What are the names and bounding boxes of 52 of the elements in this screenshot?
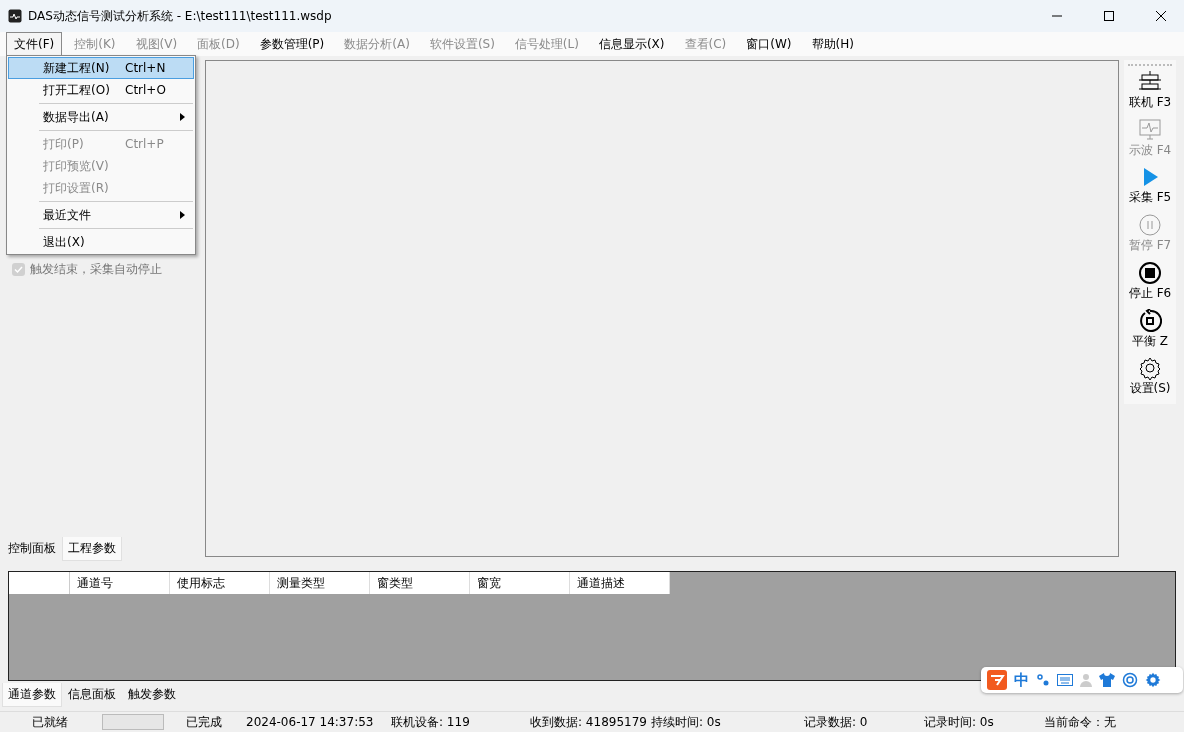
shirt-icon[interactable] — [1099, 673, 1115, 687]
panel-tab[interactable]: 工程参数 — [62, 537, 122, 561]
toolbar-button[interactable]: 采集 F5 — [1128, 165, 1172, 214]
window-title: DAS动态信号测试分析系统 - E:\test111\test111.wsdp — [28, 7, 333, 25]
punctuation-icon[interactable] — [1036, 672, 1050, 688]
rotate-icon — [1138, 308, 1162, 333]
toolbar-button[interactable]: 设置(S) — [1129, 356, 1171, 405]
menu-item[interactable]: 文件(F) — [6, 32, 63, 56]
column-header[interactable]: 使用标志 — [170, 572, 270, 594]
settings-icon — [1138, 356, 1162, 381]
status-text: 联机设备: 119 — [391, 713, 471, 731]
checkbox-label: 触发结束，采集自动停止 — [30, 261, 162, 278]
stop-icon — [1138, 260, 1162, 285]
close-icon — [1156, 11, 1166, 21]
panel-tab[interactable]: 通道参数 — [2, 683, 62, 707]
toolbar-button[interactable]: 平衡 Z — [1131, 308, 1168, 357]
maximize-icon — [1104, 11, 1114, 21]
settings-icon[interactable] — [1145, 672, 1161, 688]
menu-item[interactable]: 参数管理(P) — [251, 32, 333, 56]
column-header[interactable]: 测量类型 — [270, 572, 370, 594]
status-text: 已就绪 — [32, 713, 68, 731]
column-header[interactable]: 窗宽 — [470, 572, 570, 594]
app-logo-icon — [8, 9, 22, 23]
status-text: 收到数据: 41895179 — [530, 713, 648, 731]
menu-item[interactable]: 窗口(W) — [738, 32, 800, 56]
menu-item[interactable]: 信息显示(X) — [590, 32, 673, 56]
swirl-icon[interactable] — [1122, 672, 1138, 688]
menu-item[interactable]: 帮助(H) — [803, 32, 862, 56]
submenu-arrow-icon — [180, 211, 185, 219]
menu-entry[interactable]: 数据导出(A) — [8, 106, 194, 128]
status-text: 记录时间: 0s — [924, 713, 995, 731]
menu-entry[interactable]: 打开工程(O) Ctrl+O — [8, 79, 194, 101]
column-header[interactable]: 窗类型 — [370, 572, 470, 594]
keyboard-icon[interactable] — [1057, 674, 1073, 686]
toolbar-button[interactable]: 停止 F6 — [1128, 260, 1172, 309]
status-text: 持续时间: 0s — [651, 713, 722, 731]
toolbar-button[interactable]: 联机 F3 — [1128, 70, 1172, 118]
status-text: 已完成 — [186, 713, 223, 731]
status-text: 记录数据: 0 — [804, 713, 869, 731]
menu-entry[interactable]: 退出(X) — [8, 231, 194, 253]
ime-logo-icon[interactable] — [987, 670, 1007, 690]
column-header[interactable]: 通道描述 — [570, 572, 670, 594]
pause-icon — [1138, 213, 1162, 238]
menu-entry[interactable]: 新建工程(N) Ctrl+N — [8, 57, 194, 79]
status-text: 当前命令：无 — [1044, 713, 1117, 731]
status-text: 2024-06-17 14:37:53 — [246, 715, 375, 729]
submenu-arrow-icon — [180, 113, 185, 121]
input-mode-toggle[interactable]: 中 — [1014, 670, 1029, 690]
table-corner — [9, 572, 70, 594]
column-header[interactable]: 通道号 — [70, 572, 170, 594]
monitor-waveform-icon — [1138, 117, 1162, 142]
menu-entry[interactable]: 最近文件 — [8, 204, 194, 226]
